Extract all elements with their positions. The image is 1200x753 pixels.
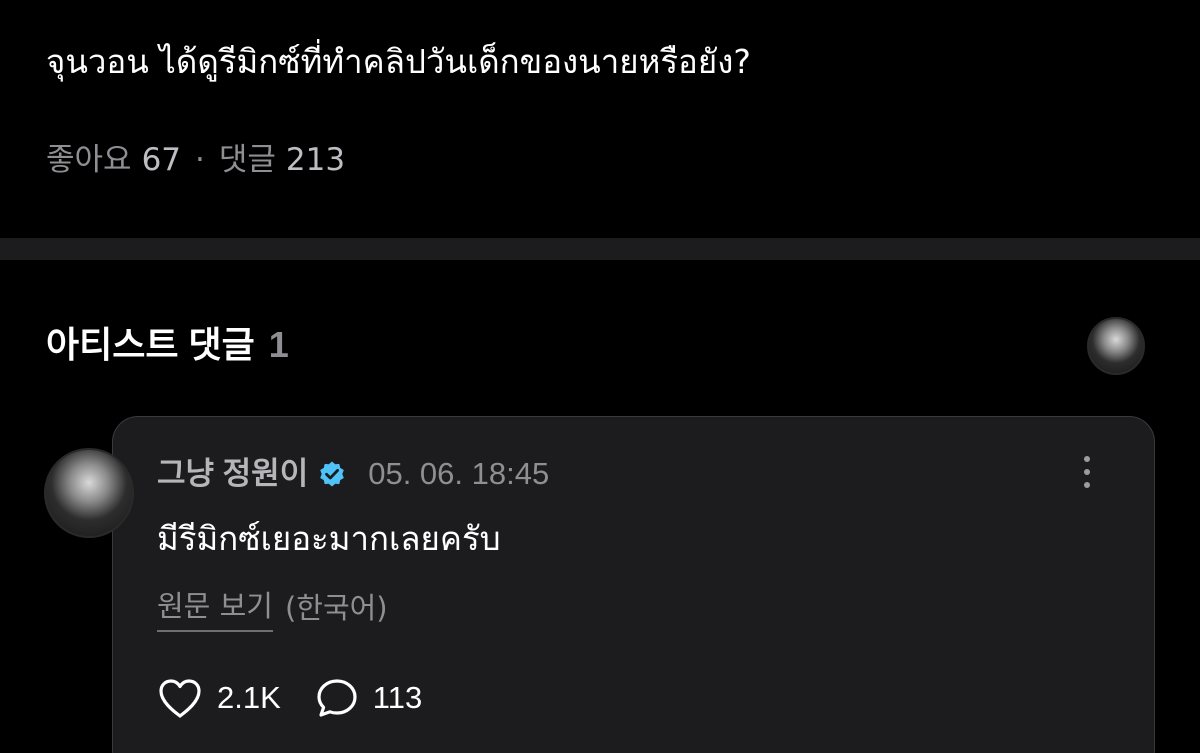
comment-actions: 2.1K 113: [157, 676, 456, 720]
comment-author-row: 그냥 정원이 05. 06. 18:45: [157, 452, 549, 496]
comment-bubble-icon: [317, 679, 357, 717]
like-button[interactable]: 2.1K: [157, 676, 281, 720]
original-language: (한국어): [284, 591, 388, 625]
like-count: 2.1K: [217, 680, 281, 715]
comments-count[interactable]: 213: [286, 138, 345, 182]
artist-comments-header: 아티스트 댓글 1: [46, 318, 289, 372]
heart-icon: [159, 679, 201, 718]
page: จุนวอน ได้ดูรีมิกซ์ที่ทำคลิปวันเด็กของนา…: [0, 0, 1200, 753]
comment-author-name[interactable]: 그냥 정원이: [157, 452, 308, 496]
comment-author-avatar[interactable]: [44, 448, 134, 538]
more-dot: [1084, 469, 1090, 475]
post-text: จุนวอน ได้ดูรีมิกซ์ที่ทำคลิปวันเด็กของนา…: [46, 42, 751, 81]
more-vertical-icon[interactable]: [1075, 452, 1099, 492]
post-stats: 좋아요 67 · 댓글 213: [46, 138, 345, 182]
view-original-link[interactable]: 원문 보기: [157, 584, 273, 632]
comments-label: 댓글: [218, 142, 276, 178]
verified-badge-icon: [320, 461, 345, 487]
reply-button[interactable]: 113: [315, 676, 422, 720]
likes-count[interactable]: 67: [142, 138, 181, 182]
reply-count: 113: [372, 680, 423, 715]
artist-comments-title: 아티스트 댓글: [46, 324, 255, 365]
stats-separator: ·: [195, 142, 205, 178]
more-dot: [1084, 482, 1090, 488]
artist-avatar[interactable]: [1087, 317, 1145, 375]
section-divider: [0, 238, 1200, 260]
artist-comments-count: 1: [268, 324, 289, 365]
comment-text: มีรีมิกซ์เยอะมากเลยครับ: [157, 519, 501, 558]
more-dot: [1084, 456, 1090, 462]
comment-timestamp: 05. 06. 18:45: [368, 456, 550, 491]
likes-label: 좋아요: [46, 142, 132, 178]
translate-row: 원문 보기 (한국어): [157, 584, 388, 632]
